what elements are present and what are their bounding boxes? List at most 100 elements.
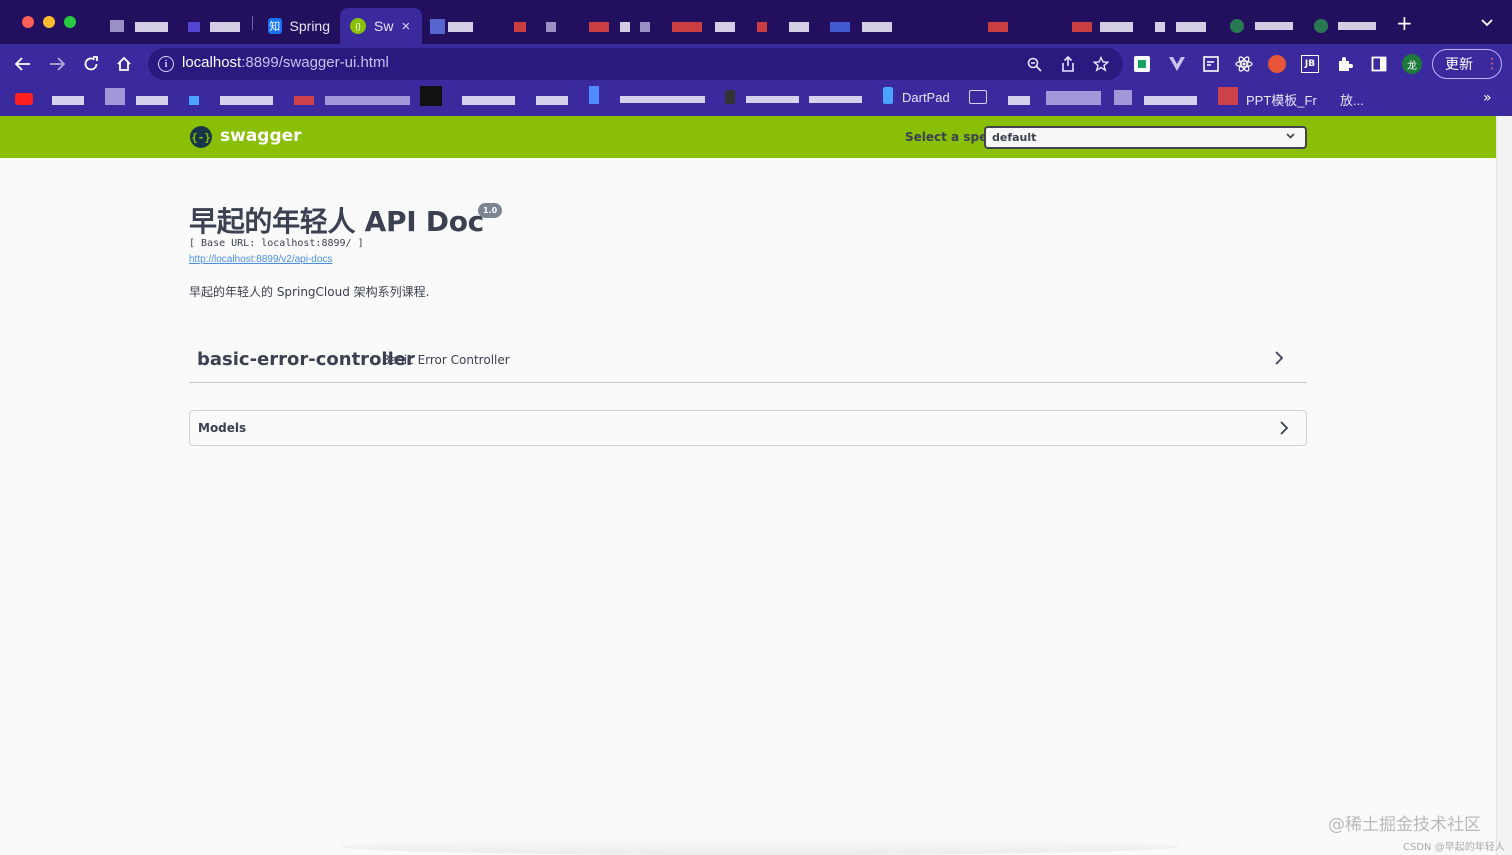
- chevron-right-icon[interactable]: [1270, 349, 1288, 367]
- tab-obscured-21[interactable]: [1255, 22, 1293, 30]
- tab-obscured-12[interactable]: [757, 22, 767, 32]
- bookmark-dartpad[interactable]: DartPad: [902, 90, 950, 105]
- close-icon[interactable]: ×: [401, 18, 410, 35]
- bookmark-obscured-6[interactable]: [294, 96, 314, 105]
- tab-obscured-icon[interactable]: [1314, 19, 1328, 33]
- bookmark-obscured-10[interactable]: [536, 96, 568, 105]
- folder-icon[interactable]: [969, 90, 987, 104]
- tab-obscured-11[interactable]: [715, 22, 735, 32]
- bookmark-obscured-13[interactable]: [725, 90, 735, 104]
- tab-obscured-2[interactable]: [188, 22, 200, 32]
- tab-obscured-22[interactable]: [1338, 22, 1376, 30]
- youtube-icon[interactable]: [15, 93, 33, 105]
- tab-obscured-icon[interactable]: [1230, 19, 1244, 33]
- extension-green-icon[interactable]: [1134, 56, 1150, 72]
- bookmark-obscured-17[interactable]: [1046, 91, 1101, 105]
- back-button[interactable]: [11, 52, 35, 76]
- forward-button[interactable]: [45, 52, 69, 76]
- tab-spring[interactable]: 知 Spring: [258, 8, 340, 44]
- bookmark-ppt-template[interactable]: PPT模板_Fr: [1246, 90, 1317, 109]
- tab-obscured-5[interactable]: [514, 22, 526, 32]
- minimize-window-button[interactable]: [43, 16, 55, 28]
- reload-button[interactable]: [79, 52, 103, 76]
- browser-toolbar: i localhost:8899/swagger-ui.html JB 龙 更新…: [0, 44, 1512, 84]
- tab-obscured-6[interactable]: [546, 22, 556, 32]
- profile-avatar[interactable]: 龙: [1402, 54, 1422, 74]
- bookmark-obscured-18[interactable]: [1114, 90, 1132, 105]
- tab-obscured-9[interactable]: [640, 22, 650, 32]
- tab-swagger-active[interactable]: {} Sw ×: [340, 8, 422, 44]
- version-badge: 1.0: [478, 203, 503, 218]
- tab-obscured-10[interactable]: [672, 22, 702, 32]
- tab-obscured-19[interactable]: [1155, 22, 1165, 32]
- tab-obscured-15[interactable]: [862, 22, 892, 32]
- bookmark-obscured-9[interactable]: [462, 96, 515, 105]
- swagger-logo-text[interactable]: swagger: [220, 126, 302, 146]
- bookmark-obscured-1[interactable]: [52, 96, 84, 105]
- bookmark-truncated[interactable]: 放...: [1340, 90, 1364, 109]
- bookmark-obscured-12[interactable]: [620, 96, 705, 103]
- page-scrollbar[interactable]: [1496, 116, 1512, 855]
- tab-obscured-1[interactable]: [135, 22, 168, 32]
- bookmark-obscured-7[interactable]: [325, 96, 410, 105]
- tab-obscured-16[interactable]: [988, 22, 1008, 32]
- bookmark-obscured-5[interactable]: [220, 96, 273, 105]
- bookmark-obscured-15[interactable]: [809, 96, 862, 103]
- home-button[interactable]: [112, 52, 136, 76]
- tab-obscured-3[interactable]: [210, 22, 240, 32]
- extension-orange-icon[interactable]: [1268, 55, 1286, 73]
- share-icon[interactable]: [1058, 54, 1078, 74]
- bookmark-obscured-16[interactable]: [1008, 96, 1030, 105]
- bookmarks-overflow-button[interactable]: »: [1483, 90, 1492, 106]
- tab-label: Sw: [374, 18, 394, 34]
- zoom-icon[interactable]: [1024, 54, 1044, 74]
- address-url[interactable]: localhost:8899/swagger-ui.html: [182, 54, 389, 71]
- tab-obscured-14[interactable]: [830, 22, 850, 32]
- tag-basic-error-controller[interactable]: basic-error-controller Basic Error Contr…: [189, 336, 1307, 383]
- bookmark-obscured-4[interactable]: [189, 96, 199, 105]
- swagger-logo-icon[interactable]: {-}: [190, 126, 212, 148]
- chevron-right-icon[interactable]: [1275, 419, 1293, 437]
- bookmark-obscured-11[interactable]: [589, 86, 599, 104]
- url-path: :8899/swagger-ui.html: [241, 54, 389, 71]
- tab-search-chevron-icon[interactable]: [1481, 16, 1493, 30]
- tab-obscured-7[interactable]: [589, 22, 609, 32]
- bookmark-obscured-3[interactable]: [136, 96, 168, 105]
- update-button[interactable]: 更新 ⋮: [1432, 49, 1502, 79]
- react-devtools-icon[interactable]: [1234, 54, 1254, 74]
- bookmark-obscured-14[interactable]: [746, 96, 799, 103]
- jetbrains-icon[interactable]: JB: [1301, 55, 1319, 73]
- tab-obscured-17[interactable]: [1072, 22, 1092, 32]
- tab-obscured-18[interactable]: [1100, 22, 1133, 32]
- select-spec-label: Select a spec: [905, 130, 995, 144]
- extensions-puzzle-icon[interactable]: [1335, 54, 1355, 74]
- bookmarks-bar: DartPad PPT模板_Fr 放... »: [0, 84, 1512, 116]
- api-description: 早起的年轻人的 SpringCloud 架构系列课程.: [189, 285, 430, 299]
- bookmark-obscured-19[interactable]: [1144, 96, 1197, 105]
- bookmark-obscured-8[interactable]: [420, 86, 442, 106]
- extension-translate-icon[interactable]: [1201, 54, 1221, 74]
- arrow-right-icon: [50, 57, 65, 71]
- close-window-button[interactable]: [22, 16, 34, 28]
- maximize-window-button[interactable]: [64, 16, 76, 28]
- update-label: 更新: [1445, 57, 1473, 73]
- api-docs-link[interactable]: http://localhost:8899/v2/api-docs: [189, 254, 332, 265]
- base-url: [ Base URL: localhost:8899/ ]: [189, 238, 364, 249]
- vue-devtools-icon[interactable]: [1167, 54, 1187, 74]
- tab-obscured-icon[interactable]: [430, 19, 445, 34]
- tab-obscured-20[interactable]: [1176, 22, 1206, 32]
- bookmark-obscured-2[interactable]: [105, 88, 125, 105]
- spec-select[interactable]: default: [984, 126, 1307, 149]
- new-tab-button[interactable]: +: [1396, 13, 1413, 33]
- models-title[interactable]: Models: [198, 421, 246, 435]
- tab-obscured-13[interactable]: [789, 22, 809, 32]
- spec-select-value: default: [992, 131, 1037, 144]
- tab-obscured-8[interactable]: [620, 22, 630, 32]
- models-section[interactable]: Models: [189, 410, 1307, 446]
- tab-obscured-icon[interactable]: [110, 20, 124, 32]
- site-info-icon[interactable]: i: [158, 56, 174, 72]
- bookmark-star-icon[interactable]: [1091, 54, 1111, 74]
- side-panel-icon[interactable]: [1369, 54, 1389, 74]
- address-bar[interactable]: i localhost:8899/swagger-ui.html: [148, 48, 1123, 80]
- tab-obscured-4[interactable]: [448, 22, 473, 32]
